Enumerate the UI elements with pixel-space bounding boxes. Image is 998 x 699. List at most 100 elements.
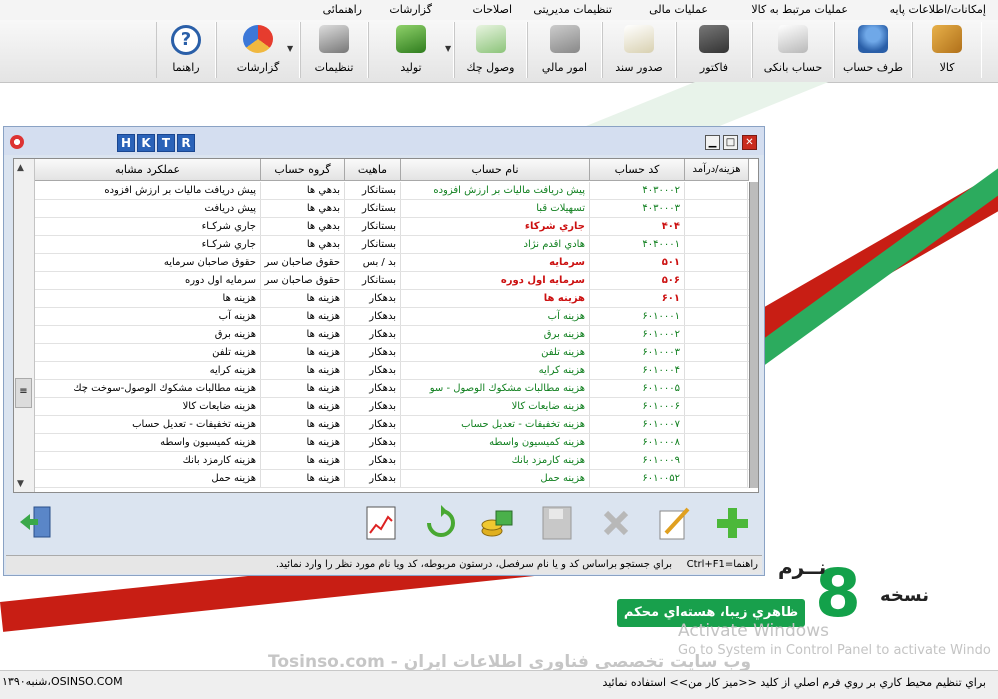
cell-nature: بدهکار <box>345 434 401 451</box>
scroll-down-icon[interactable]: ▼ <box>17 479 24 489</box>
edit-button[interactable] <box>654 503 694 545</box>
toolbar-button-check-collection[interactable]: وصول چك ▼ <box>445 22 527 78</box>
toolbar-button-issue-voucher[interactable]: صدور سند <box>602 22 676 78</box>
row-selector[interactable] <box>749 182 758 200</box>
menu-item-reports[interactable]: گزارشات <box>389 3 432 16</box>
cell-cost <box>685 344 748 361</box>
cell-name: هزينه کارمزد بانك <box>401 452 590 469</box>
table-row[interactable]: هزينه ضايعات کالا هزینه ها بدهکار هزينه ضاي… <box>35 398 749 416</box>
minimize-button[interactable]: ▁ <box>705 135 720 150</box>
row-selector[interactable] <box>749 362 758 380</box>
cell-nature: بستانکار <box>345 200 401 217</box>
table-row[interactable]: هزينه حمل هزینه ها بدهکار هزينه حمل ۶۰۱۰۰۵۲ <box>35 470 749 488</box>
table-row[interactable]: هزينه برق هزینه ها بدهکار هزينه برق ۶۰۱۰۰۰۲ <box>35 326 749 344</box>
toolbar-label: راهنما <box>172 61 200 74</box>
search-hint-bar: راهنما=Ctrl+F1 براي جستجو براساس کد و يا… <box>6 555 762 574</box>
column-header-usage[interactable]: عملکرد مشابه <box>35 159 261 181</box>
row-selector[interactable] <box>749 470 758 488</box>
toolbar-label: صدور سند <box>615 61 663 74</box>
cell-usage: حقوق صاحبان سرمايه <box>35 254 261 271</box>
table-row[interactable]: هزينه مطالبات مشکوك الوصول-سوخت چك هزینه … <box>35 380 749 398</box>
column-header-cost[interactable]: هزینه/درآمد <box>685 159 749 181</box>
toolbar-button-invoice[interactable]: فاکتور <box>676 22 752 78</box>
table-row[interactable]: پيش دريافت بدهي ها بستانکار تسهيلات قبا ۴۰۳۰… <box>35 200 749 218</box>
table-row[interactable]: حقوق صاحبان سرمايه حقوق صاحبان سر بد / بس س… <box>35 254 749 272</box>
cell-cost <box>685 308 748 325</box>
table-row[interactable]: جاري شرکـاء بدهي ها بستانکار جاري شرکاء ۴۰۴ <box>35 218 749 236</box>
toolbar-button-financial-affairs[interactable]: امور مالي <box>527 22 602 78</box>
close-button[interactable]: ✕ <box>742 135 757 150</box>
row-selector[interactable] <box>749 218 758 236</box>
window-titlebar[interactable]: H K T R ▁ □ ✕ <box>4 127 764 155</box>
coins-icon <box>481 510 513 537</box>
toolbar-button-reports[interactable]: گزارشات <box>216 22 300 78</box>
table-row[interactable]: سرمايه اول دوره حقوق صاحبان سر بستانکار سرم… <box>35 272 749 290</box>
toolbar-button-production[interactable]: توليد <box>368 22 454 78</box>
row-selector[interactable] <box>749 200 758 218</box>
money-button[interactable] <box>476 503 516 545</box>
row-selector[interactable] <box>749 344 758 362</box>
row-selector[interactable] <box>749 380 758 398</box>
menu-item-management[interactable]: تنظیمات مدیریتی <box>533 3 612 16</box>
report-button[interactable] <box>361 503 401 545</box>
delete-x-icon <box>603 510 629 536</box>
toolbar-button-account-party[interactable]: طرف حساب <box>834 22 912 78</box>
cell-cost <box>685 380 748 397</box>
cell-name: هزينه حمل <box>401 470 590 487</box>
scrollbar-thumb[interactable]: ≡ <box>15 378 32 408</box>
column-header-code[interactable]: کد حساب <box>590 159 685 181</box>
add-button[interactable] <box>712 503 752 545</box>
menu-item-goods[interactable]: عملیات مرتبط به کالا <box>751 3 848 16</box>
row-selector[interactable] <box>749 254 758 272</box>
cell-code: ۶۰۱۰۰۵۲ <box>590 470 685 487</box>
scroll-up-icon[interactable]: ▲ <box>17 163 24 173</box>
row-selector[interactable] <box>749 434 758 452</box>
table-row[interactable]: هزينه تخفيفات - تعديل حساب هزینه ها بدهکار… <box>35 416 749 434</box>
table-row[interactable]: هزينه کارمزد بانك هزینه ها بدهکار هزينه کار… <box>35 452 749 470</box>
row-selector[interactable] <box>749 452 758 470</box>
table-row[interactable]: هزينه کميسيون واسطه هزینه ها بدهکار هزينه ک… <box>35 434 749 452</box>
delete-button[interactable] <box>596 503 636 545</box>
vertical-scrollbar[interactable]: ▲ ≡ ▼ <box>14 159 35 492</box>
menu-item-financial[interactable]: عملیات مالی <box>649 3 708 16</box>
cell-code: ۶۰۱۰۰۰۶ <box>590 398 685 415</box>
refresh-button[interactable] <box>421 503 461 545</box>
table-row[interactable]: جاري شرکـاء بدهي ها بستانکار هادي اقدم نژاد… <box>35 236 749 254</box>
menu-item-edits[interactable]: اصلاحات <box>473 3 512 16</box>
toolbar-button-settings[interactable]: تنظيمات ▼ <box>287 22 368 78</box>
column-header-name[interactable]: نام حساب <box>401 159 590 181</box>
toolbar-button-bank-account[interactable]: حساب بانکی <box>752 22 834 78</box>
table-row[interactable]: هزينه ها هزینه ها بدهکار هزينه ها ۶۰۱ <box>35 290 749 308</box>
menu-item-base[interactable]: إمکانات/اطلاعات پایه <box>890 3 986 16</box>
table-row[interactable]: هزينه تلفن هزینه ها بدهکار هزينه تلفن ۶۰۱۰۰۰… <box>35 344 749 362</box>
row-selector[interactable] <box>749 326 758 344</box>
hktr-button-k[interactable]: K <box>137 134 155 152</box>
table-row[interactable]: پيش دريافت ماليات بر ارزش افزوده بدهي ها ب… <box>35 182 749 200</box>
table-row[interactable]: هزينه آب هزینه ها بدهکار هزينه آب ۶۰۱۰۰۰۱ <box>35 308 749 326</box>
hktr-button-t[interactable]: T <box>157 134 175 152</box>
save-button[interactable] <box>537 503 577 545</box>
hktr-button-h[interactable]: H <box>117 134 135 152</box>
row-selector[interactable] <box>749 416 758 434</box>
cell-code: ۴۰۴۰۰۰۱ <box>590 236 685 253</box>
toolbar-button-help[interactable]: ? راهنما <box>156 22 216 78</box>
maximize-button[interactable]: □ <box>723 135 738 150</box>
row-selector[interactable] <box>749 398 758 416</box>
cell-group: هزینه ها <box>261 452 345 469</box>
column-header-group[interactable]: گروه حساب <box>261 159 345 181</box>
hktr-button-r[interactable]: R <box>177 134 195 152</box>
toolbar-button-goods[interactable]: کالا <box>912 22 982 78</box>
row-selector[interactable] <box>749 290 758 308</box>
cell-group: هزینه ها <box>261 416 345 433</box>
cell-usage: هزينه ها <box>35 290 261 307</box>
table-row[interactable]: هزينه کرايه هزینه ها بدهکار هزينه کرايه ۶۰۱۰… <box>35 362 749 380</box>
search-hint: براي جستجو براساس کد و يا نام سرفصل، درس… <box>275 559 672 570</box>
row-selector[interactable] <box>749 308 758 326</box>
cell-cost <box>685 290 748 307</box>
exit-button[interactable] <box>16 503 56 545</box>
toolbar-label: توليد <box>400 61 422 74</box>
column-header-nature[interactable]: ماهیت <box>345 159 401 181</box>
row-selector[interactable] <box>749 236 758 254</box>
menu-item-help[interactable]: راهنمائی <box>323 3 362 16</box>
row-selector[interactable] <box>749 272 758 290</box>
